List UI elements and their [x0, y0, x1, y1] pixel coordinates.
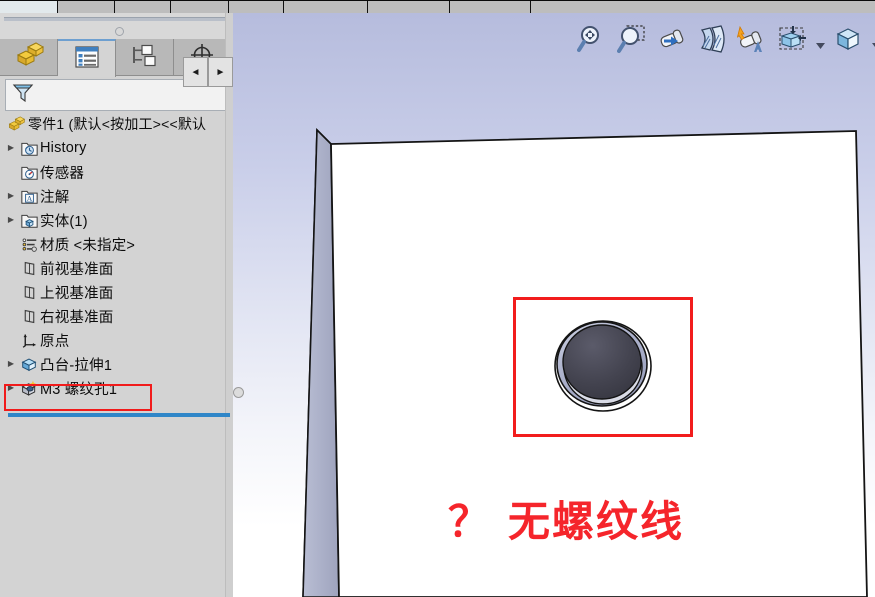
display-style-icon	[777, 25, 807, 58]
display-style-caret[interactable]	[813, 14, 827, 68]
document-tab-8[interactable]	[450, 1, 531, 13]
model-3d-view	[302, 128, 868, 597]
tab-configuration-manager[interactable]	[116, 39, 174, 75]
tree-item-material[interactable]: 材质 <未指定>	[0, 232, 233, 256]
previous-view-button[interactable]	[653, 21, 691, 61]
tab-feature-tree[interactable]	[0, 39, 58, 75]
part-yellow-icon	[14, 41, 44, 73]
svg-text:A: A	[26, 193, 32, 202]
tree-item-label: 凸台-拉伸1	[40, 357, 113, 374]
document-tab-2[interactable]	[58, 1, 115, 13]
expand-arrow-icon[interactable]: ▶	[4, 376, 18, 400]
document-tab-strip	[0, 0, 875, 13]
part-yellow-icon	[4, 115, 28, 133]
tree-item-top-plane[interactable]: 上视基准面	[0, 280, 233, 304]
tree-item-label: 零件1 (默认<按加工><<默认	[28, 116, 207, 132]
section-view-icon	[697, 24, 727, 59]
chevron-down-icon	[815, 36, 825, 54]
tree-item-label: 传感器	[40, 165, 85, 182]
tree-item-history[interactable]: ▶ History	[0, 136, 233, 160]
hide-show-items-icon	[833, 25, 863, 58]
tree-item-label: History	[40, 140, 87, 156]
expand-arrow-icon[interactable]: ▶	[4, 208, 18, 232]
hide-show-items-caret[interactable]	[869, 14, 875, 68]
tree-item-label: 右视基准面	[40, 309, 114, 326]
history-folder-icon	[18, 140, 40, 157]
display-style-button[interactable]	[773, 21, 811, 61]
tree-item-m3-thread-hole-1[interactable]: ▶ M3 螺纹孔1	[0, 376, 233, 400]
previous-view-icon	[656, 24, 688, 59]
tree-item-front-plane[interactable]: 前视基准面	[0, 256, 233, 280]
annotations-folder-icon: A	[18, 188, 40, 205]
tree-item-label: 原点	[40, 333, 70, 350]
tree-item-origin[interactable]: 原点	[0, 328, 233, 352]
tab-property-manager[interactable]	[58, 39, 116, 77]
expand-arrow-icon[interactable]: ▶	[4, 352, 18, 376]
plane-icon	[18, 260, 40, 277]
document-tab-5[interactable]	[229, 1, 284, 13]
rollback-bar[interactable]	[8, 413, 230, 417]
hide-show-items-button[interactable]	[829, 21, 867, 61]
rollback-bar-handle[interactable]	[233, 387, 244, 398]
tree-item-label: 材质 <未指定>	[40, 237, 136, 254]
tree-item-right-plane[interactable]: 右视基准面	[0, 304, 233, 328]
tree-item-annotations[interactable]: ▶ A 注解	[0, 184, 233, 208]
panel-title-bar	[0, 13, 416, 39]
expand-arrow-icon[interactable]: ▶	[4, 136, 18, 160]
configuration-icon	[131, 43, 159, 72]
tree-filter-input[interactable]	[34, 86, 218, 104]
tree-item-sensors[interactable]: 传感器	[0, 160, 233, 184]
tree-item-label: M3 螺纹孔1	[40, 381, 118, 398]
tree-item-label: 注解	[40, 189, 70, 206]
zoom-to-area-button[interactable]	[613, 21, 651, 61]
view-toolbar	[573, 18, 875, 64]
hole-wizard-icon	[18, 379, 40, 398]
document-tab-1[interactable]	[0, 1, 58, 13]
graphics-area[interactable]: ？无螺纹线	[233, 13, 875, 597]
property-list-icon	[73, 45, 101, 74]
plane-icon	[18, 284, 40, 301]
plane-icon	[18, 308, 40, 325]
chevron-down-icon	[871, 36, 875, 54]
section-view-button[interactable]	[693, 21, 731, 61]
solid-bodies-folder-icon	[18, 212, 40, 229]
sensor-folder-icon	[18, 164, 40, 181]
tree-item-part-root[interactable]: 零件1 (默认<按加工><<默认	[0, 112, 233, 136]
boss-extrude-icon	[18, 355, 40, 373]
expand-arrow-icon[interactable]: ▶	[4, 184, 18, 208]
feature-tree: 零件1 (默认<按加工><<默认 ▶ History 传感器 ▶ A 注解 ▶ 实体(1…	[0, 112, 233, 400]
zoom-to-area-icon	[617, 24, 647, 59]
view-orientation-button[interactable]	[733, 21, 771, 61]
origin-axes-icon	[18, 332, 40, 349]
document-tab-6[interactable]	[284, 1, 368, 13]
filter-funnel-icon	[12, 82, 34, 109]
panel-grip-handle[interactable]	[115, 27, 124, 36]
zoom-to-fit-icon	[577, 24, 607, 59]
document-tab-3[interactable]	[115, 1, 171, 13]
solidworks-window: ◄ ► 零件1 (默认<按加工><<默认 ▶ History 传感器 ▶ A 注…	[0, 0, 875, 597]
view-orientation-icon	[736, 24, 768, 59]
panel-nav-buttons: ◄ ►	[183, 57, 233, 87]
nav-back-button[interactable]: ◄	[183, 57, 208, 87]
document-tab-7[interactable]	[368, 1, 450, 13]
feature-manager-panel: ◄ ► 零件1 (默认<按加工><<默认 ▶ History 传感器 ▶ A 注…	[0, 13, 416, 597]
tree-item-boss-extrude-1[interactable]: ▶ 凸台-拉伸1	[0, 352, 233, 376]
tree-item-solid-bodies[interactable]: ▶ 实体(1)	[0, 208, 233, 232]
tree-item-label: 实体(1)	[40, 213, 88, 230]
tree-item-label: 上视基准面	[40, 285, 114, 302]
document-tab-9[interactable]	[531, 1, 875, 13]
zoom-to-fit-button[interactable]	[573, 21, 611, 61]
material-icon	[18, 236, 40, 253]
tree-item-label: 前视基准面	[40, 261, 114, 278]
document-tab-4[interactable]	[171, 1, 229, 13]
nav-forward-button[interactable]: ►	[208, 57, 233, 87]
